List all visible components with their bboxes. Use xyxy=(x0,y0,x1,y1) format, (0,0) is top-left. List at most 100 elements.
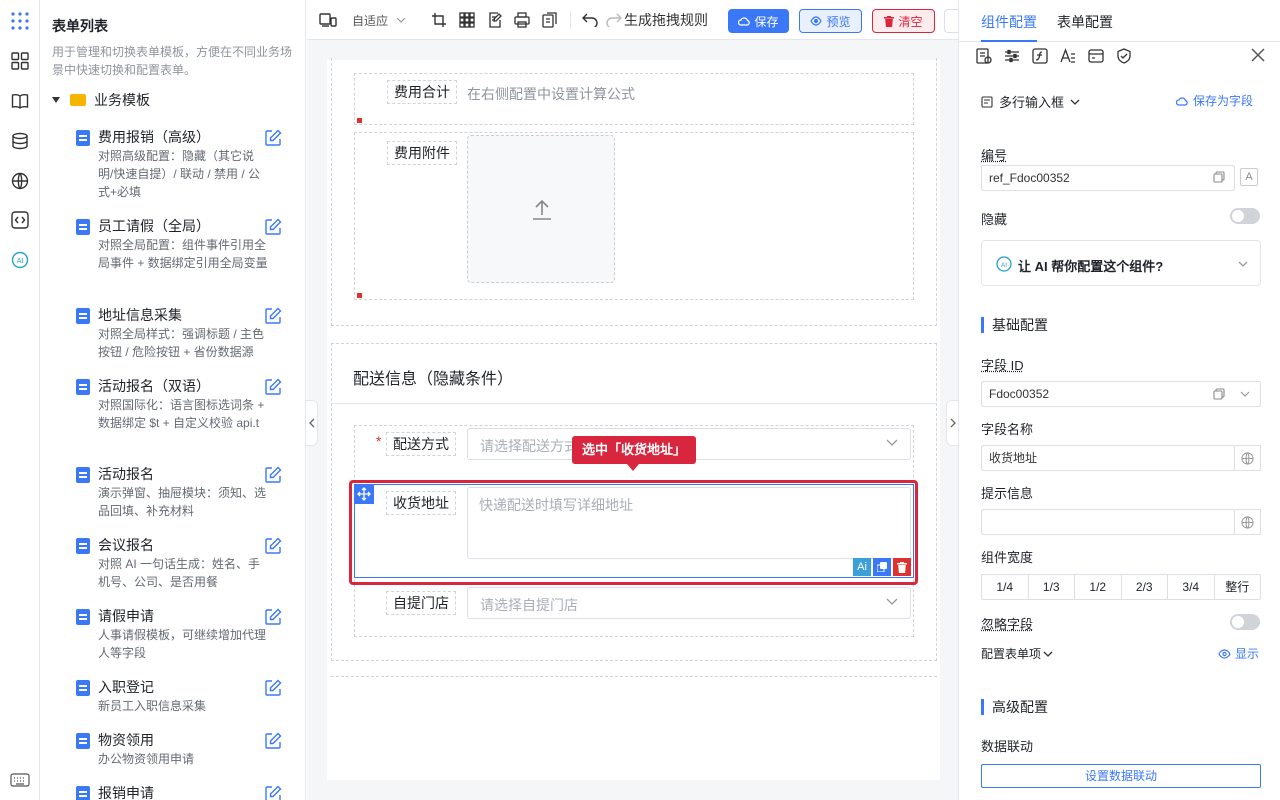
eye-icon xyxy=(810,16,823,26)
ignore-toggle[interactable] xyxy=(1230,614,1260,630)
print-icon[interactable] xyxy=(514,11,530,29)
sidebar-description: 用于管理和切换表单模板，方便在不同业务场景中快速切换和配置表单。 xyxy=(52,45,293,77)
group-business-templates[interactable]: 业务模板 xyxy=(52,90,150,110)
save-as-field-label: 保存为字段 xyxy=(1193,94,1254,108)
copy-icon xyxy=(1213,171,1225,183)
field-name-input[interactable]: 收货地址 xyxy=(981,445,1235,471)
width-option[interactable]: 2/3 xyxy=(1122,575,1168,599)
tab-form-config[interactable]: 表单配置 xyxy=(1057,12,1113,32)
template-sidebar: 表单列表 用于管理和切换表单模板，方便在不同业务场景中快速切换和配置表单。 业务… xyxy=(40,0,306,800)
save-button[interactable]: 保存 xyxy=(728,9,789,33)
address-textarea[interactable]: 快递配送时填写详细地址 xyxy=(467,487,911,559)
json-icon[interactable] xyxy=(542,11,558,29)
icon-rail: AI xyxy=(0,0,40,800)
width-option[interactable]: 整行 xyxy=(1215,575,1261,599)
edit-icon[interactable] xyxy=(264,307,282,325)
apps-grid-icon[interactable] xyxy=(9,10,31,32)
component-type-select[interactable]: 多行输入框 xyxy=(981,92,1080,111)
font-a-icon[interactable]: A xyxy=(1240,168,1258,186)
tab-underline xyxy=(981,40,1037,42)
caret-down-icon[interactable] xyxy=(52,97,60,103)
delete-icon[interactable] xyxy=(893,558,911,576)
close-icon[interactable] xyxy=(1251,48,1265,62)
save-as-field-button[interactable]: 保存为字段 xyxy=(1176,92,1253,109)
item-desc: 对照 AI 一句话生成：姓名、手机号、公司、是否用餐 xyxy=(98,557,261,589)
width-option[interactable]: 3/4 xyxy=(1168,575,1215,599)
undo-icon[interactable] xyxy=(582,11,598,29)
overflow-button[interactable] xyxy=(944,9,958,33)
cloud-icon xyxy=(1176,96,1188,106)
advanced-config-title: 高级配置 xyxy=(981,699,1048,715)
form-doc-icon xyxy=(76,609,90,625)
redo-rule-button[interactable]: 生成拖拽规则 xyxy=(606,11,708,29)
form-item-config[interactable]: 配置表单项 xyxy=(981,645,1053,662)
edit-icon[interactable] xyxy=(264,785,282,800)
database-icon[interactable] xyxy=(9,130,31,152)
item-name: 活动报名（双语） xyxy=(98,378,210,394)
id-input[interactable]: ref_Fdoc00352 xyxy=(981,165,1235,191)
edit-icon[interactable] xyxy=(264,732,282,750)
ai-config-card[interactable]: AI 让 AI 帮你配置这个组件? xyxy=(981,240,1261,286)
globe-icon[interactable] xyxy=(1235,509,1261,535)
edit-icon[interactable] xyxy=(264,378,282,396)
chevron-left-icon xyxy=(308,418,314,428)
window-icon[interactable] xyxy=(1088,48,1104,64)
item-desc: 新员工入职信息采集 xyxy=(98,699,207,713)
grid-icon[interactable] xyxy=(459,11,475,29)
linkage-button[interactable]: 设置数据联动 xyxy=(981,764,1261,788)
width-option[interactable]: 1/3 xyxy=(1029,575,1075,599)
shield-icon[interactable] xyxy=(1116,48,1132,64)
book-icon[interactable] xyxy=(9,90,31,112)
edit-doc-icon[interactable] xyxy=(487,11,503,29)
ai-icon[interactable]: AI xyxy=(9,249,31,271)
globe-icon[interactable] xyxy=(1235,445,1261,471)
sliders-icon[interactable] xyxy=(1004,48,1020,64)
edit-icon[interactable] xyxy=(264,466,282,484)
copy-icon[interactable] xyxy=(873,558,891,576)
drag-move-icon[interactable] xyxy=(354,484,374,504)
width-option[interactable]: 1/2 xyxy=(1075,575,1122,599)
adapt-select[interactable]: 自适应 xyxy=(352,11,406,29)
hidden-toggle[interactable] xyxy=(1230,208,1260,224)
form-item-label: 配置表单项 xyxy=(981,647,1042,661)
code-icon[interactable] xyxy=(9,209,31,231)
field-fee-attachment[interactable]: 费用附件 xyxy=(354,132,914,300)
collapse-right-button[interactable] xyxy=(946,400,958,446)
textarea-icon xyxy=(981,95,993,108)
collapse-left-button[interactable] xyxy=(306,400,318,446)
basic-config-title: 基础配置 xyxy=(981,317,1048,333)
preview-label: 预览 xyxy=(826,14,851,29)
clear-button[interactable]: 清空 xyxy=(872,9,935,33)
show-toggle-link[interactable]: 显示 xyxy=(1218,645,1259,662)
edit-icon[interactable] xyxy=(264,537,282,555)
tab-component-config[interactable]: 组件配置 xyxy=(981,12,1037,32)
props-icon[interactable] xyxy=(976,48,992,64)
upload-box[interactable] xyxy=(467,135,615,283)
edit-icon[interactable] xyxy=(264,608,282,626)
card-end-line xyxy=(331,667,937,677)
ai-assist-button[interactable]: Ai xyxy=(853,558,871,576)
keyboard-icon[interactable] xyxy=(9,769,31,791)
edit-icon[interactable] xyxy=(264,218,282,236)
components-icon[interactable] xyxy=(9,50,31,72)
preview-button[interactable]: 预览 xyxy=(799,9,862,33)
store-select[interactable]: 请选择自提门店 xyxy=(467,587,911,619)
crop-icon[interactable] xyxy=(431,11,447,29)
edit-icon[interactable] xyxy=(264,679,282,697)
width-option[interactable]: 1/4 xyxy=(982,575,1029,599)
globe-icon[interactable] xyxy=(9,170,31,192)
resize-handle[interactable] xyxy=(357,118,362,123)
chevron-down-icon xyxy=(1070,99,1080,105)
field-fee-total[interactable]: 费用合计 在右侧配置中设置计算公式 xyxy=(354,73,914,125)
item-name: 入职登记 xyxy=(98,679,154,695)
text-style-icon[interactable] xyxy=(1060,48,1076,64)
chevron-down-icon xyxy=(1240,391,1250,397)
resize-handle[interactable] xyxy=(357,293,362,298)
width-segmented: 1/4 1/3 1/2 2/3 3/4 整行 xyxy=(981,574,1261,600)
function-icon[interactable] xyxy=(1032,48,1048,64)
chevron-down-icon xyxy=(396,17,406,23)
device-icon[interactable] xyxy=(319,11,337,29)
hint-input[interactable] xyxy=(981,509,1235,535)
item-name: 请假申请 xyxy=(98,608,154,624)
edit-icon[interactable] xyxy=(264,129,282,147)
